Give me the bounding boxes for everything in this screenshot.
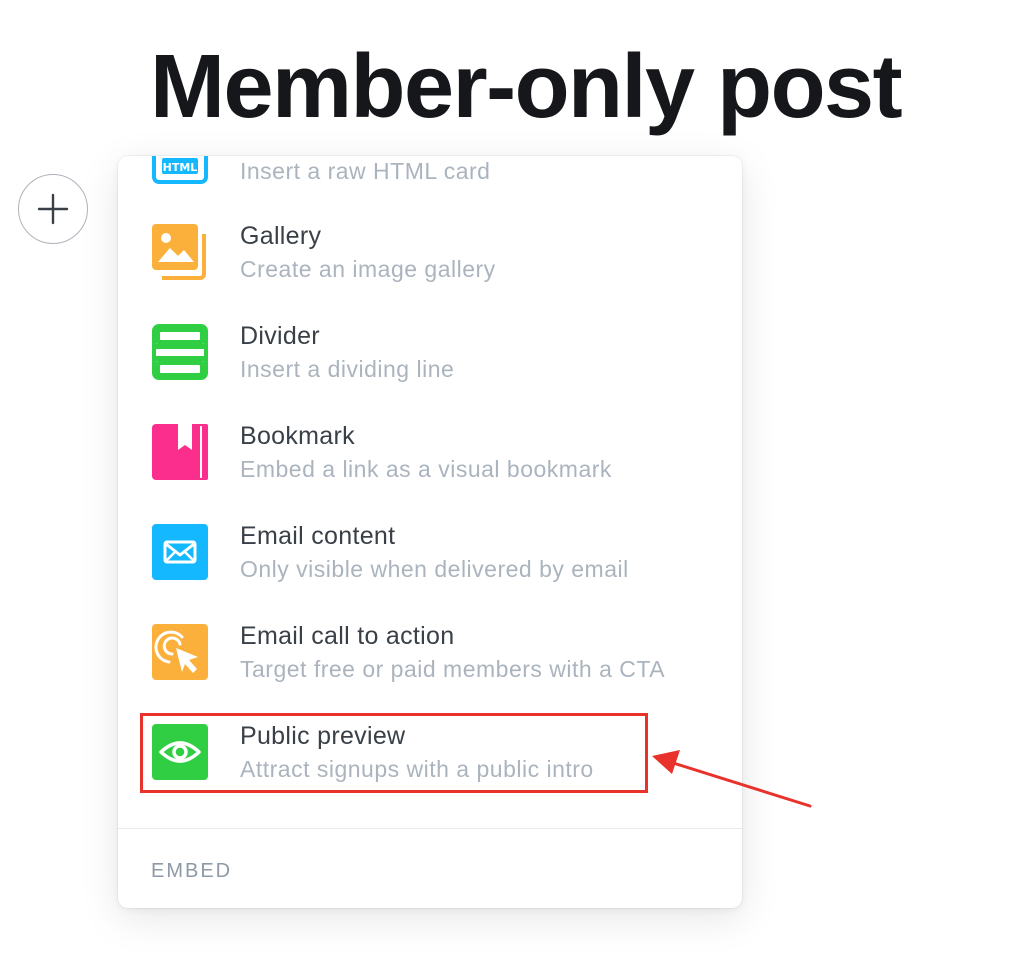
menu-item-label: Email content: [240, 522, 396, 550]
gallery-icon: [152, 224, 208, 280]
menu-item-label: Divider: [240, 322, 320, 350]
menu-item-description: Create an image gallery: [240, 256, 496, 282]
annotation-arrow-icon: [652, 750, 812, 808]
menu-item-email-cta[interactable]: Email call to action Target free or paid…: [118, 606, 742, 706]
svg-text:HTML: HTML: [163, 161, 198, 174]
menu-item-html[interactable]: HTML Insert a raw HTML card: [118, 156, 742, 186]
cursor-click-icon: [152, 624, 208, 680]
menu-item-gallery[interactable]: Gallery Create an image gallery: [118, 206, 742, 306]
menu-item-label: Email call to action: [240, 622, 455, 650]
menu-item-label: Public preview: [240, 722, 406, 750]
menu-item-email[interactable]: Email content Only visible when delivere…: [118, 506, 742, 606]
menu-item-description: Embed a link as a visual bookmark: [240, 456, 612, 482]
post-title[interactable]: Member-only post: [150, 38, 903, 137]
menu-item-description: Only visible when delivered by email: [240, 556, 629, 582]
menu-item-label: Gallery: [240, 222, 322, 250]
editor-page: Member-only post HTML Insert a raw HTML …: [0, 0, 1036, 964]
email-icon: [152, 524, 208, 580]
menu-item-bookmark[interactable]: Bookmark Embed a link as a visual bookma…: [118, 406, 742, 506]
eye-icon: [152, 724, 208, 780]
menu-item-label: Bookmark: [240, 422, 355, 450]
add-card-button[interactable]: [18, 174, 88, 244]
menu-item-description: Attract signups with a public intro: [240, 756, 594, 782]
plus-icon: [37, 193, 69, 225]
menu-section-divider: [118, 828, 742, 829]
html-icon: HTML: [152, 156, 208, 184]
bookmark-icon: [152, 424, 208, 480]
menu-item-description: Insert a dividing line: [240, 356, 455, 382]
menu-item-description: Target free or paid members with a CTA: [240, 656, 666, 682]
menu-item-divider[interactable]: Divider Insert a dividing line: [118, 306, 742, 406]
divider-icon: [152, 324, 208, 380]
menu-item-description: Insert a raw HTML card: [240, 158, 491, 184]
menu-section-label-embed: EMBED: [151, 860, 233, 882]
